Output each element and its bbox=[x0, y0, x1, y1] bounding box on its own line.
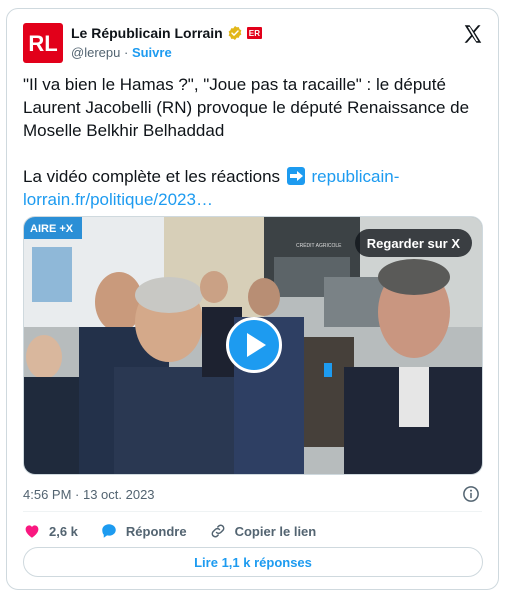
read-replies-button[interactable]: Lire 1,1 k réponses bbox=[23, 547, 483, 577]
sign-left-text: AIRE +X bbox=[30, 223, 74, 235]
handle-separator: · bbox=[123, 45, 129, 60]
embedded-tweet-card: RL Le Républicain Lorrain ER @lerepu · S… bbox=[6, 8, 499, 590]
rl-logo-icon: RL bbox=[28, 31, 57, 56]
follow-button[interactable]: Suivre bbox=[132, 45, 172, 60]
divider bbox=[23, 511, 482, 512]
tweet-timestamp[interactable]: 4:56 PM · 13 oct. 2023 bbox=[23, 487, 155, 502]
author-subline: @lerepu · Suivre bbox=[71, 45, 172, 60]
copy-link-label: Copier le lien bbox=[234, 523, 317, 539]
verified-gold-icon bbox=[228, 26, 242, 40]
heart-icon bbox=[25, 525, 39, 538]
svg-text:RL: RL bbox=[28, 31, 57, 56]
like-count: 2,6 k bbox=[49, 523, 78, 539]
affiliate-badge: ER bbox=[246, 27, 263, 39]
reply-action[interactable]: Répondre bbox=[100, 522, 187, 540]
tweet-link-prefix: La vidéo complète et les réactions bbox=[23, 167, 281, 186]
like-action[interactable]: 2,6 k bbox=[23, 522, 78, 540]
tweet-text: "Il va bien le Hamas ?", "Joue pas ta ra… bbox=[23, 73, 489, 211]
sign-bank-text: CRÉDIT AGRICOLE bbox=[296, 242, 342, 249]
tweet-actions: 2,6 k Répondre Copier le lien bbox=[23, 519, 338, 543]
author-handle[interactable]: @lerepu bbox=[71, 45, 120, 60]
author-name-row[interactable]: Le Républicain Lorrain ER bbox=[71, 25, 263, 41]
link-icon bbox=[211, 524, 225, 538]
reply-label: Répondre bbox=[125, 523, 187, 539]
info-icon[interactable] bbox=[462, 485, 480, 503]
tweet-quote-text: "Il va bien le Hamas ?", "Joue pas ta ra… bbox=[23, 75, 470, 140]
play-button[interactable] bbox=[226, 317, 282, 373]
author-name[interactable]: Le Républicain Lorrain bbox=[71, 25, 223, 41]
x-logo-icon[interactable] bbox=[462, 23, 484, 45]
tweet-link-paragraph: La vidéo complète et les réactions repub… bbox=[23, 165, 489, 211]
right-arrow-icon bbox=[286, 167, 305, 185]
watch-on-x-button[interactable]: Regarder sur X bbox=[354, 229, 472, 257]
reply-bubble-icon bbox=[102, 524, 116, 538]
video-thumbnail[interactable]: AIRE +X CRÉDIT AGRICOLE Regarder sur X bbox=[23, 216, 483, 475]
author-avatar[interactable]: RL bbox=[23, 23, 63, 63]
copy-link-action[interactable]: Copier le lien bbox=[209, 522, 317, 540]
